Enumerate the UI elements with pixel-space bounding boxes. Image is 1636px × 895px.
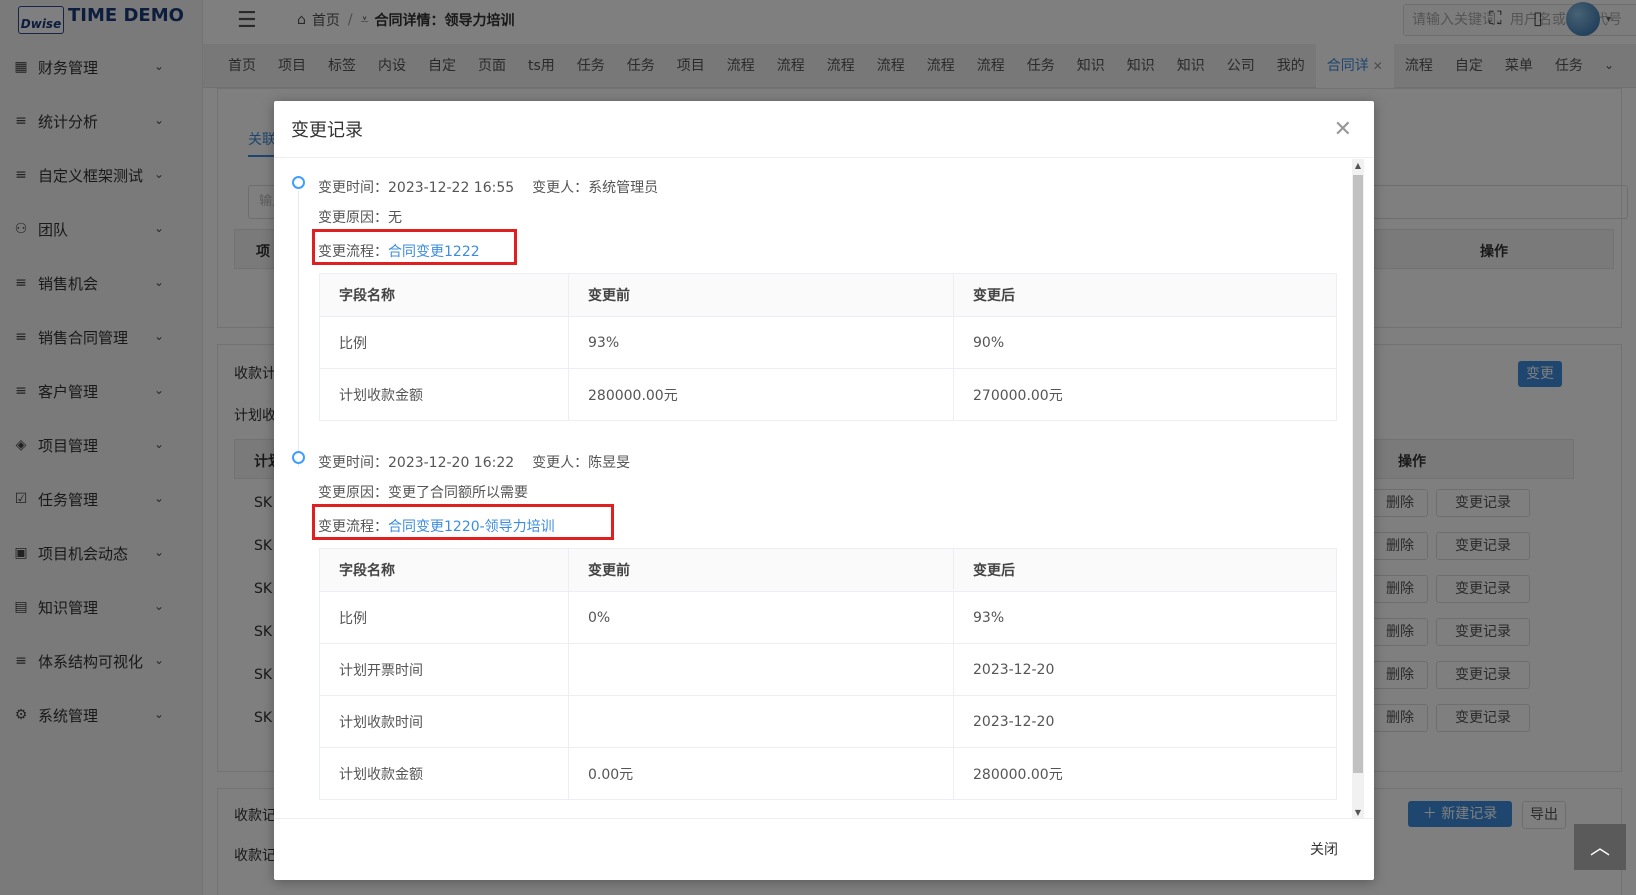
timeline-line [298, 191, 299, 467]
scroll-down-icon[interactable]: ▼ [1352, 808, 1364, 817]
table-cell: 90% [953, 316, 1337, 369]
record-meta: 变更时间：2023-12-22 16:55 变更人：系统管理员 [318, 177, 658, 197]
record-meta: 变更时间：2023-12-20 16:22 变更人：陈昱旻 [318, 452, 630, 472]
table-cell: 93% [568, 316, 954, 369]
table-cell: 比例 [319, 316, 569, 369]
table-row: 比例 0% 93% [319, 591, 1337, 644]
change-table: 字段名称 变更前 变更后 比例 93% 90% 计划收款金额 280000.00元 270000… [319, 273, 1337, 421]
scrollbar[interactable]: ▲ ▼ [1352, 159, 1364, 819]
change-reason: 无 [388, 210, 402, 226]
table-header: 变更后 [953, 273, 1337, 317]
table-header: 字段名称 [319, 273, 569, 317]
change-time: 2023-12-20 16:22 [388, 455, 515, 471]
highlight-box [312, 229, 517, 265]
change-table: 字段名称 变更前 变更后 比例 0% 93% 计划开票时间 2023-12-20 计划收款时间 2… [319, 548, 1337, 800]
reason-label: 变更原因： [318, 485, 388, 501]
close-icon[interactable]: ✕ [1334, 117, 1352, 142]
dialog-header: 变更记录 ✕ [274, 101, 1374, 158]
time-label: 变更时间： [318, 455, 388, 471]
change-person: 陈昱旻 [588, 455, 631, 471]
table-header: 变更后 [953, 548, 1337, 592]
table-cell: 计划开票时间 [319, 643, 569, 696]
time-label: 变更时间： [318, 180, 388, 196]
table-cell: 计划收款金额 [319, 747, 569, 800]
table-cell: 280000.00元 [953, 747, 1337, 800]
change-time: 2023-12-22 16:55 [388, 180, 515, 196]
close-button[interactable]: 关闭 [1310, 839, 1338, 859]
table-row: 计划开票时间 2023-12-20 [319, 643, 1337, 696]
table-cell: 计划收款金额 [319, 368, 569, 421]
highlight-box [312, 504, 614, 540]
change-reason: 变更了合同额所以需要 [388, 485, 528, 501]
dialog-footer: 关闭 [274, 818, 1374, 880]
record-reason: 变更原因：变更了合同额所以需要 [318, 482, 528, 502]
table-cell: 0% [568, 591, 954, 644]
dialog-title: 变更记录 [291, 120, 363, 141]
table-cell [568, 643, 954, 696]
person-label: 变更人： [532, 455, 589, 471]
scroll-thumb[interactable] [1353, 175, 1363, 773]
table-row: 计划收款金额 280000.00元 270000.00元 [319, 368, 1337, 421]
dialog-body: ▲ ▼ 变更时间：2023-12-22 16:55 变更人：系统管理员 变更原因：无… [274, 159, 1374, 819]
table-header: 变更前 [568, 548, 954, 592]
table-cell: 270000.00元 [953, 368, 1337, 421]
table-cell: 计划收款时间 [319, 695, 569, 748]
table-cell: 2023-12-20 [953, 643, 1337, 696]
back-to-top-button[interactable]: ︿ [1574, 824, 1626, 870]
reason-label: 变更原因： [318, 210, 388, 226]
change-record-dialog: 变更记录 ✕ ▲ ▼ 变更时间：2023-12-22 16:55 变更人：系统管理… [274, 101, 1374, 880]
table-cell: 2023-12-20 [953, 695, 1337, 748]
timeline-dot-icon [292, 176, 305, 189]
table-cell: 比例 [319, 591, 569, 644]
person-label: 变更人： [532, 180, 589, 196]
table-header: 变更前 [568, 273, 954, 317]
table-header: 字段名称 [319, 548, 569, 592]
table-cell: 280000.00元 [568, 368, 954, 421]
table-row: 计划收款时间 2023-12-20 [319, 695, 1337, 748]
table-cell: 93% [953, 591, 1337, 644]
table-cell [568, 695, 954, 748]
table-row: 计划收款金额 0.00元 280000.00元 [319, 747, 1337, 800]
table-cell: 0.00元 [568, 747, 954, 800]
scroll-up-icon[interactable]: ▲ [1352, 161, 1364, 170]
change-person: 系统管理员 [588, 180, 659, 196]
record-reason: 变更原因：无 [318, 207, 402, 227]
table-row: 比例 93% 90% [319, 316, 1337, 369]
timeline-dot-icon [292, 451, 305, 464]
